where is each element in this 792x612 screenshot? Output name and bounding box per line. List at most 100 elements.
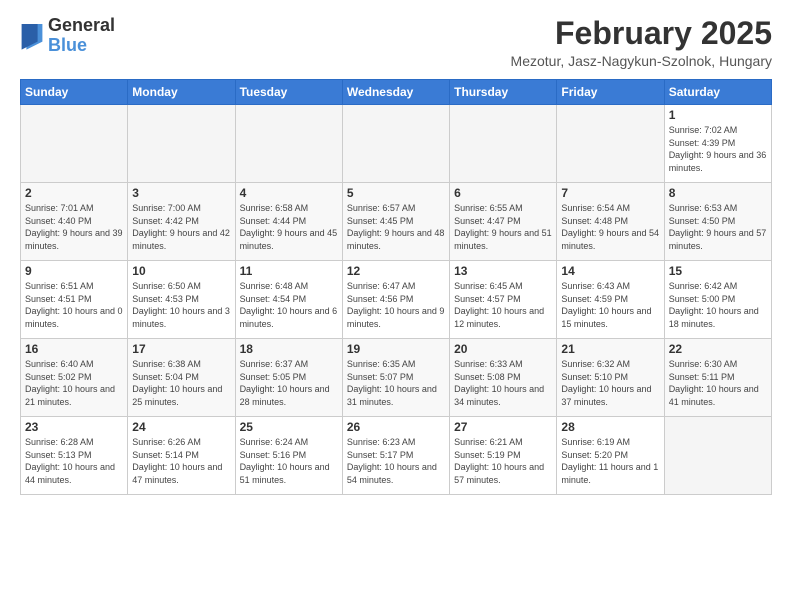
- day-number: 15: [669, 264, 767, 278]
- day-number: 25: [240, 420, 338, 434]
- day-number: 27: [454, 420, 552, 434]
- table-row: 9 Sunrise: 6:51 AM Sunset: 4:51 PM Daylig…: [21, 261, 128, 339]
- logo-text: General Blue: [48, 16, 115, 56]
- day-info: Sunrise: 6:58 AM Sunset: 4:44 PM Dayligh…: [240, 202, 338, 252]
- table-row: 25 Sunrise: 6:24 AM Sunset: 5:16 PM Dayli…: [235, 417, 342, 495]
- day-number: 21: [561, 342, 659, 356]
- day-info: Sunrise: 6:30 AM Sunset: 5:11 PM Dayligh…: [669, 358, 767, 408]
- day-number: 2: [25, 186, 123, 200]
- day-info: Sunrise: 6:19 AM Sunset: 5:20 PM Dayligh…: [561, 436, 659, 486]
- table-row: 19 Sunrise: 6:35 AM Sunset: 5:07 PM Dayli…: [342, 339, 449, 417]
- table-row: 16 Sunrise: 6:40 AM Sunset: 5:02 PM Dayli…: [21, 339, 128, 417]
- day-number: 14: [561, 264, 659, 278]
- day-info: Sunrise: 6:37 AM Sunset: 5:05 PM Dayligh…: [240, 358, 338, 408]
- table-row: 24 Sunrise: 6:26 AM Sunset: 5:14 PM Dayli…: [128, 417, 235, 495]
- day-info: Sunrise: 6:40 AM Sunset: 5:02 PM Dayligh…: [25, 358, 123, 408]
- day-info: Sunrise: 6:48 AM Sunset: 4:54 PM Dayligh…: [240, 280, 338, 330]
- day-number: 28: [561, 420, 659, 434]
- day-info: Sunrise: 6:50 AM Sunset: 4:53 PM Dayligh…: [132, 280, 230, 330]
- day-number: 11: [240, 264, 338, 278]
- day-number: 3: [132, 186, 230, 200]
- day-number: 10: [132, 264, 230, 278]
- day-info: Sunrise: 6:57 AM Sunset: 4:45 PM Dayligh…: [347, 202, 445, 252]
- day-info: Sunrise: 6:54 AM Sunset: 4:48 PM Dayligh…: [561, 202, 659, 252]
- calendar-header-row: Sunday Monday Tuesday Wednesday Thursday…: [21, 80, 772, 105]
- table-row: 3 Sunrise: 7:00 AM Sunset: 4:42 PM Daylig…: [128, 183, 235, 261]
- day-info: Sunrise: 6:51 AM Sunset: 4:51 PM Dayligh…: [25, 280, 123, 330]
- table-row: 8 Sunrise: 6:53 AM Sunset: 4:50 PM Daylig…: [664, 183, 771, 261]
- day-info: Sunrise: 6:35 AM Sunset: 5:07 PM Dayligh…: [347, 358, 445, 408]
- page: General Blue February 2025 Mezotur, Jasz…: [0, 0, 792, 505]
- table-row: 22Sunrise: 6:30 AM Sunset: 5:11 PM Dayli…: [664, 339, 771, 417]
- calendar-week-row: 1 Sunrise: 7:02 AM Sunset: 4:39 PM Daylig…: [21, 105, 772, 183]
- col-thursday: Thursday: [450, 80, 557, 105]
- col-saturday: Saturday: [664, 80, 771, 105]
- title-area: February 2025 Mezotur, Jasz-Nagykun-Szol…: [511, 16, 772, 69]
- day-info: Sunrise: 6:32 AM Sunset: 5:10 PM Dayligh…: [561, 358, 659, 408]
- calendar-week-row: 2 Sunrise: 7:01 AM Sunset: 4:40 PM Daylig…: [21, 183, 772, 261]
- table-row: 10 Sunrise: 6:50 AM Sunset: 4:53 PM Dayli…: [128, 261, 235, 339]
- day-info: Sunrise: 6:38 AM Sunset: 5:04 PM Dayligh…: [132, 358, 230, 408]
- logo: General Blue: [20, 16, 115, 56]
- table-row: 1 Sunrise: 7:02 AM Sunset: 4:39 PM Daylig…: [664, 105, 771, 183]
- day-number: 19: [347, 342, 445, 356]
- col-wednesday: Wednesday: [342, 80, 449, 105]
- day-number: 13: [454, 264, 552, 278]
- table-row: 23Sunrise: 6:28 AM Sunset: 5:13 PM Dayli…: [21, 417, 128, 495]
- day-number: 12: [347, 264, 445, 278]
- table-row: 2 Sunrise: 7:01 AM Sunset: 4:40 PM Daylig…: [21, 183, 128, 261]
- day-number: 23: [25, 420, 123, 434]
- day-info: Sunrise: 6:47 AM Sunset: 4:56 PM Dayligh…: [347, 280, 445, 330]
- day-info: Sunrise: 6:55 AM Sunset: 4:47 PM Dayligh…: [454, 202, 552, 252]
- table-row: [664, 417, 771, 495]
- day-number: 18: [240, 342, 338, 356]
- day-number: 26: [347, 420, 445, 434]
- table-row: 6Sunrise: 6:55 AM Sunset: 4:47 PM Daylig…: [450, 183, 557, 261]
- table-row: [342, 105, 449, 183]
- table-row: 13Sunrise: 6:45 AM Sunset: 4:57 PM Dayli…: [450, 261, 557, 339]
- table-row: 18 Sunrise: 6:37 AM Sunset: 5:05 PM Dayli…: [235, 339, 342, 417]
- table-row: 20Sunrise: 6:33 AM Sunset: 5:08 PM Dayli…: [450, 339, 557, 417]
- day-info: Sunrise: 7:00 AM Sunset: 4:42 PM Dayligh…: [132, 202, 230, 252]
- table-row: 14 Sunrise: 6:43 AM Sunset: 4:59 PM Dayli…: [557, 261, 664, 339]
- table-row: 28 Sunrise: 6:19 AM Sunset: 5:20 PM Dayli…: [557, 417, 664, 495]
- table-row: [128, 105, 235, 183]
- table-row: 27Sunrise: 6:21 AM Sunset: 5:19 PM Dayli…: [450, 417, 557, 495]
- table-row: [235, 105, 342, 183]
- day-number: 20: [454, 342, 552, 356]
- day-number: 8: [669, 186, 767, 200]
- table-row: [450, 105, 557, 183]
- day-number: 9: [25, 264, 123, 278]
- calendar: Sunday Monday Tuesday Wednesday Thursday…: [20, 79, 772, 495]
- day-info: Sunrise: 6:43 AM Sunset: 4:59 PM Dayligh…: [561, 280, 659, 330]
- day-info: Sunrise: 6:23 AM Sunset: 5:17 PM Dayligh…: [347, 436, 445, 486]
- day-number: 1: [669, 108, 767, 122]
- day-info: Sunrise: 7:01 AM Sunset: 4:40 PM Dayligh…: [25, 202, 123, 252]
- calendar-week-row: 16 Sunrise: 6:40 AM Sunset: 5:02 PM Dayli…: [21, 339, 772, 417]
- col-monday: Monday: [128, 80, 235, 105]
- table-row: 12 Sunrise: 6:47 AM Sunset: 4:56 PM Dayli…: [342, 261, 449, 339]
- day-info: Sunrise: 6:53 AM Sunset: 4:50 PM Dayligh…: [669, 202, 767, 252]
- table-row: 26 Sunrise: 6:23 AM Sunset: 5:17 PM Dayli…: [342, 417, 449, 495]
- day-number: 4: [240, 186, 338, 200]
- day-info: Sunrise: 7:02 AM Sunset: 4:39 PM Dayligh…: [669, 124, 767, 174]
- header: General Blue February 2025 Mezotur, Jasz…: [20, 16, 772, 69]
- table-row: 17 Sunrise: 6:38 AM Sunset: 5:04 PM Dayli…: [128, 339, 235, 417]
- day-info: Sunrise: 6:24 AM Sunset: 5:16 PM Dayligh…: [240, 436, 338, 486]
- day-info: Sunrise: 6:26 AM Sunset: 5:14 PM Dayligh…: [132, 436, 230, 486]
- location: Mezotur, Jasz-Nagykun-Szolnok, Hungary: [511, 53, 772, 69]
- calendar-week-row: 9 Sunrise: 6:51 AM Sunset: 4:51 PM Daylig…: [21, 261, 772, 339]
- col-friday: Friday: [557, 80, 664, 105]
- table-row: 15Sunrise: 6:42 AM Sunset: 5:00 PM Dayli…: [664, 261, 771, 339]
- day-number: 16: [25, 342, 123, 356]
- day-number: 5: [347, 186, 445, 200]
- day-number: 24: [132, 420, 230, 434]
- logo-icon: [20, 22, 44, 50]
- month-title: February 2025: [511, 16, 772, 51]
- day-number: 7: [561, 186, 659, 200]
- calendar-week-row: 23Sunrise: 6:28 AM Sunset: 5:13 PM Dayli…: [21, 417, 772, 495]
- day-number: 17: [132, 342, 230, 356]
- table-row: 7 Sunrise: 6:54 AM Sunset: 4:48 PM Daylig…: [557, 183, 664, 261]
- table-row: [21, 105, 128, 183]
- col-sunday: Sunday: [21, 80, 128, 105]
